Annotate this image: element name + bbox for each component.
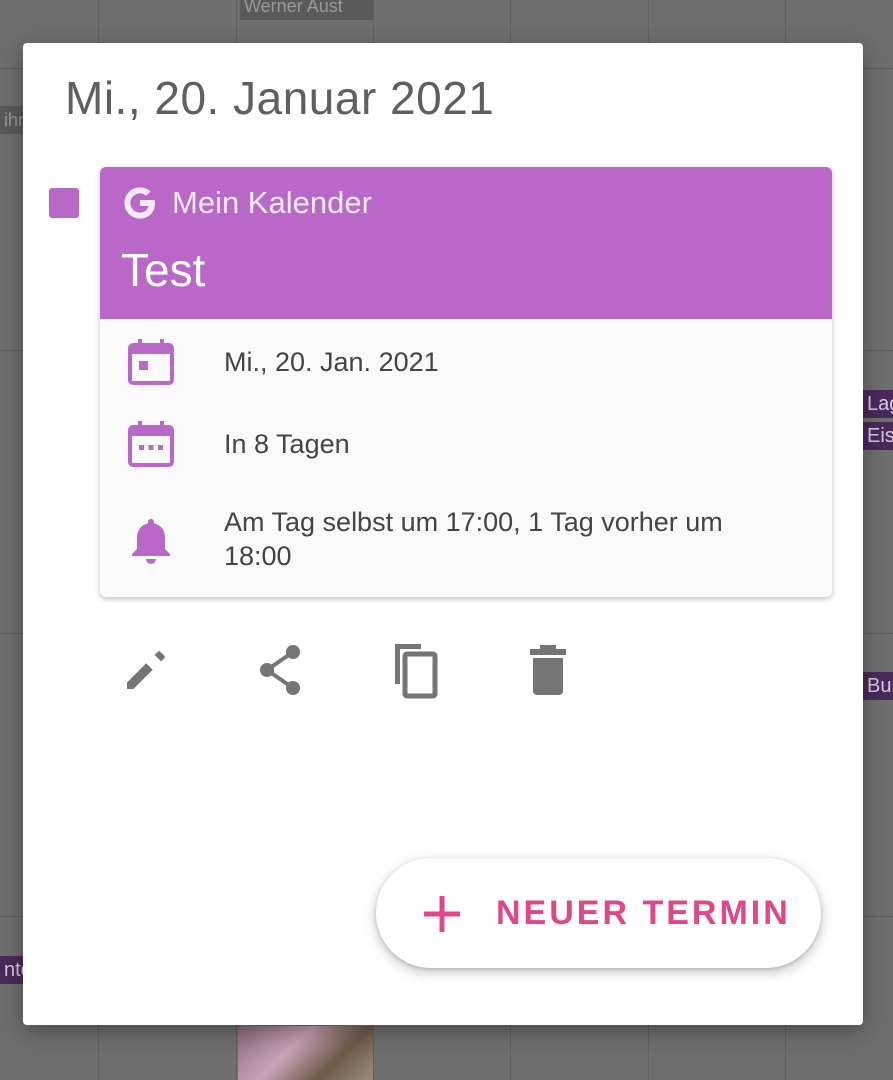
plus-icon bbox=[424, 896, 460, 932]
dialog-date-title: Mi., 20. Januar 2021 bbox=[65, 72, 495, 124]
event-date-text: Mi., 20. Jan. 2021 bbox=[224, 347, 439, 377]
calendar-dots-icon bbox=[128, 421, 174, 467]
background-event-chip: Eis bbox=[863, 422, 893, 450]
event-date-row: Mi., 20. Jan. 2021 bbox=[100, 333, 832, 393]
calendar-event-icon bbox=[128, 339, 174, 385]
event-actions bbox=[100, 640, 600, 700]
edit-icon bbox=[127, 651, 165, 689]
share-button[interactable] bbox=[252, 640, 308, 700]
background-event-chip: Lagi bbox=[863, 390, 893, 418]
delete-icon bbox=[530, 645, 566, 695]
event-reminder-row: Am Tag selbst um 17:00, 1 Tag vorher um … bbox=[100, 499, 832, 579]
share-icon bbox=[260, 645, 300, 695]
new-appointment-button[interactable]: NEUER TERMIN bbox=[376, 858, 821, 968]
background-event-chip: Bun bbox=[863, 672, 893, 700]
delete-button[interactable] bbox=[520, 640, 576, 700]
event-reminder-text: Am Tag selbst um 17:00, 1 Tag vorher um … bbox=[224, 507, 723, 571]
event-card-header: Mein Kalender Test bbox=[100, 167, 832, 319]
copy-icon bbox=[395, 644, 438, 699]
background-event-chip: Werner Aust bbox=[240, 0, 373, 20]
edit-button[interactable] bbox=[118, 640, 174, 700]
background-photo bbox=[238, 1026, 373, 1080]
copy-button[interactable] bbox=[386, 640, 442, 700]
event-relative-text: In 8 Tagen bbox=[224, 429, 350, 459]
google-icon bbox=[124, 187, 155, 219]
day-dialog: Mi., 20. Januar 2021 Mein Kalender Test … bbox=[23, 43, 863, 1025]
event-title: Test bbox=[121, 244, 206, 296]
event-relative-row: In 8 Tagen bbox=[100, 415, 832, 475]
bell-icon bbox=[132, 519, 170, 564]
event-card[interactable]: Mein Kalender Test Mi., 20. Jan. 2021 In… bbox=[100, 167, 832, 597]
calendar-name: Mein Kalender bbox=[172, 185, 372, 220]
calendar-color-indicator bbox=[49, 188, 79, 218]
new-appointment-label: NEUER TERMIN bbox=[496, 894, 791, 932]
